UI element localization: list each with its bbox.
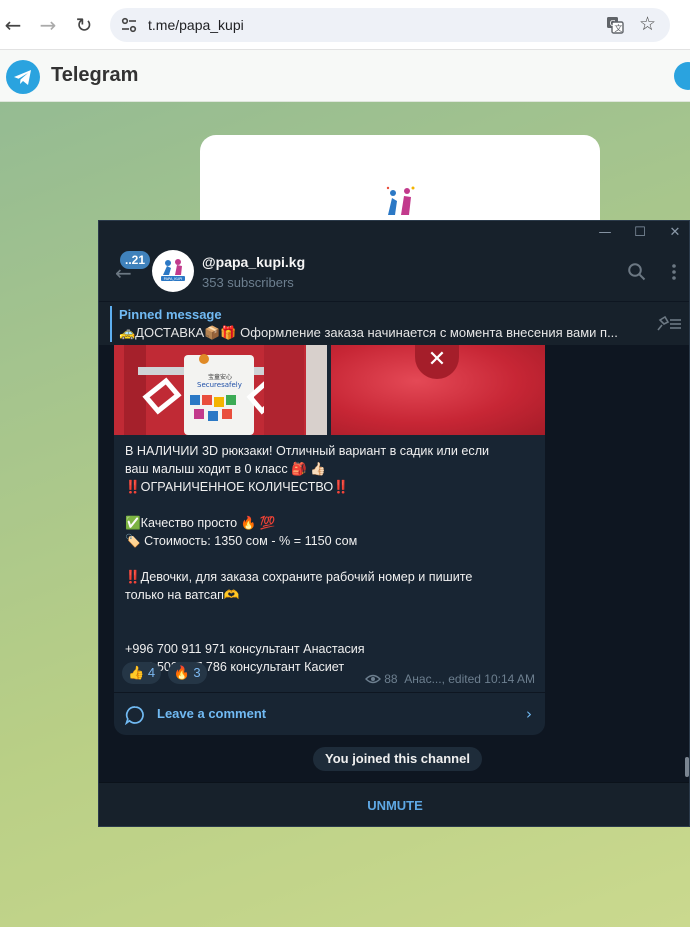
pinned-indicator (110, 306, 112, 342)
telegram-title: Telegram (51, 64, 139, 86)
pinned-text: 🚕ДОСТАВКА📦🎁 Оформление заказа начинается… (119, 325, 618, 340)
backpack-photo[interactable]: 宝童安心 Securesafely (114, 345, 327, 435)
message-line: только на ватсап🫶 (125, 588, 240, 602)
view-count: 88 (384, 672, 398, 686)
svg-text:宝童安心: 宝童安心 (208, 373, 232, 381)
minimize-icon[interactable]: — (595, 223, 615, 243)
translate-icon[interactable]: G 文 (606, 16, 624, 34)
comment-icon (125, 706, 144, 725)
maximize-icon[interactable]: ☐ (630, 223, 650, 243)
svg-text:Securesafely: Securesafely (197, 381, 242, 389)
message-line: ✅Качество просто 🔥 💯 (125, 516, 276, 530)
close-icon[interactable]: ✕ (415, 345, 459, 379)
url-text[interactable]: t.me/papa_kupi (148, 17, 244, 33)
leave-comment-label: Leave a comment (157, 706, 267, 721)
channel-avatar[interactable]: PAPA_KUPI (152, 250, 194, 292)
channel-logo-icon (386, 186, 415, 215)
window-titlebar: — ☐ ✕ (99, 221, 689, 245)
subscriber-count: 353 subscribers (202, 275, 294, 290)
reaction-fire[interactable]: 🔥 3 (167, 662, 207, 684)
unread-badge[interactable]: ..21 (120, 251, 151, 269)
unmute-button[interactable]: UNMUTE (99, 798, 689, 813)
back-icon[interactable]: ← (0, 12, 26, 38)
open-telegram-button[interactable] (674, 62, 690, 90)
reactions-row: 👍 4 🔥 3 (122, 662, 209, 684)
message-line: ‼️Девочки, для заказа сохраните рабочий … (125, 570, 473, 584)
scrollbar-thumb[interactable] (685, 757, 689, 777)
svg-text:PAPA_KUPI: PAPA_KUPI (164, 277, 183, 281)
message-line: ‼️ОГРАНИЧЕННОЕ КОЛИЧЕСТВО‼️ (125, 480, 349, 494)
blurred-photo[interactable]: ✕ (331, 345, 545, 435)
bookmark-star-icon[interactable]: ☆ (639, 13, 656, 35)
more-options-icon[interactable] (671, 263, 677, 281)
author-edited-time: Анас..., edited 10:14 AM (404, 672, 535, 686)
address-bar[interactable]: t.me/papa_kupi G 文 ☆ (110, 8, 670, 42)
pinned-message-bar[interactable]: Pinned message 🚕ДОСТАВКА📦🎁 Оформление за… (99, 301, 689, 345)
chevron-right-icon: › (526, 705, 532, 723)
site-settings-icon[interactable] (120, 16, 138, 34)
channel-name[interactable]: @papa_kupi.kg (202, 254, 305, 270)
message-line (125, 604, 535, 622)
channel-post[interactable]: 宝童安心 Securesafely ✕ В НАЛИЧИИ 3D рюкзаки… (114, 345, 545, 735)
pinned-title: Pinned message (119, 307, 222, 322)
message-line (125, 550, 535, 568)
search-icon[interactable] (627, 262, 647, 282)
bottom-bar: UNMUTE (99, 782, 689, 826)
views-eye-icon (365, 674, 382, 684)
message-line: В НАЛИЧИИ 3D рюкзаки! Отличный вариант в… (125, 444, 490, 458)
close-icon[interactable]: ✕ (665, 223, 685, 243)
forward-icon[interactable]: → (35, 12, 61, 38)
phone-line[interactable]: +996 700 911 971 консультант Анастасия (125, 640, 535, 658)
message-line (125, 622, 535, 640)
message-meta: 88 Анас..., edited 10:14 AM (365, 672, 535, 686)
leave-comment-button[interactable]: Leave a comment › (114, 692, 545, 735)
service-message: You joined this channel (313, 747, 482, 771)
telegram-desktop-window: — ☐ ✕ ← ..21 PAPA_KUPI @papa_kupi.kg 353… (98, 220, 690, 827)
reload-icon[interactable]: ↻ (71, 12, 97, 38)
pinned-list-icon[interactable] (655, 316, 683, 332)
browser-toolbar: ← → ↻ t.me/papa_kupi G 文 ☆ (0, 0, 690, 50)
message-text: В НАЛИЧИИ 3D рюкзаки! Отличный вариант в… (125, 442, 535, 676)
telegram-logo-icon (6, 60, 40, 94)
message-list[interactable]: 宝童安心 Securesafely ✕ В НАЛИЧИИ 3D рюкзаки… (99, 345, 689, 781)
svg-text:文: 文 (614, 23, 622, 33)
message-line (125, 496, 535, 514)
chat-header: ← ..21 PAPA_KUPI @papa_kupi.kg 353 subsc… (99, 245, 689, 301)
message-line: ваш малыш ходит в 0 класс 🎒 👍🏻 (125, 462, 327, 476)
reaction-thumbs-up[interactable]: 👍 4 (122, 662, 162, 684)
telegram-web-header: Telegram (0, 50, 690, 102)
message-line: 🏷️ Стоимость: 1350 сом - % = 1150 сом (125, 534, 358, 548)
